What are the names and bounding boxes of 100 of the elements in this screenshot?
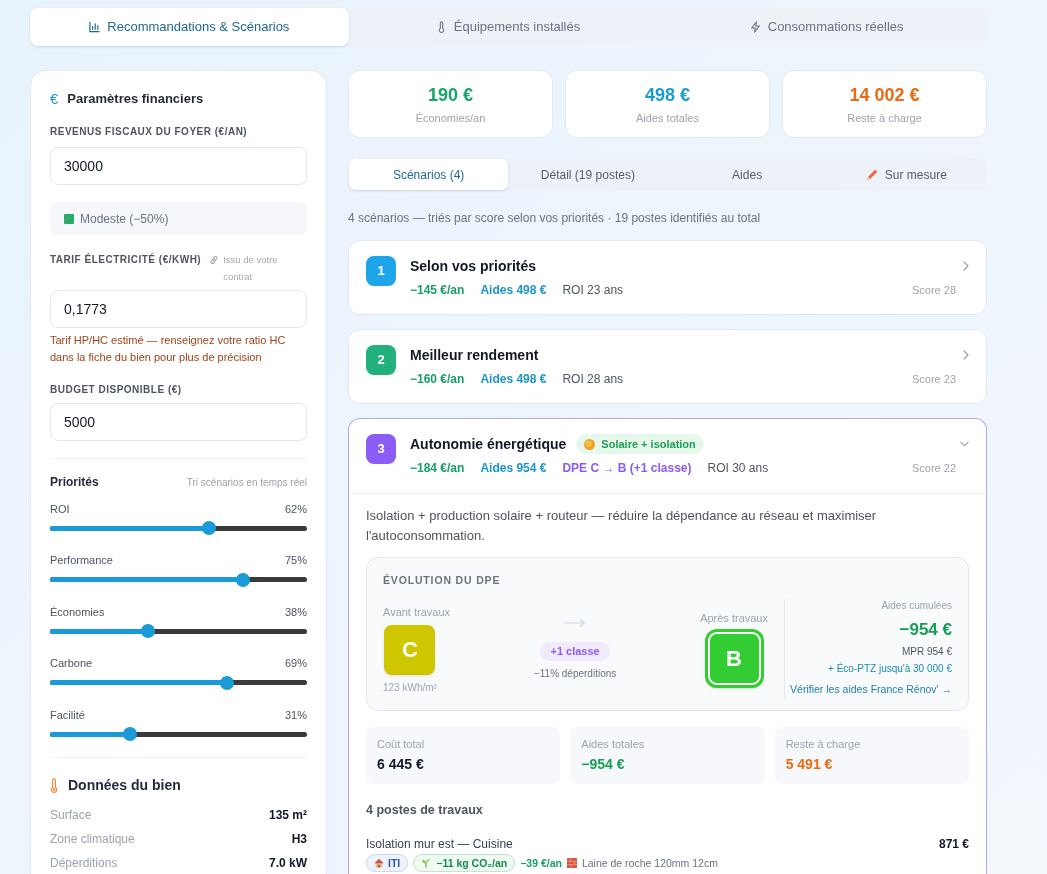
scenario-card[interactable]: 2 Meilleur rendement −160 €/an Aides 498 € ROI 28 ans Score 23 — [348, 329, 987, 404]
metric: DPE C → B (+1 classe) — [562, 460, 692, 476]
metric: Aides 498 € — [480, 371, 547, 387]
input-field[interactable]: 0,1773 — [50, 290, 307, 328]
stat-value: 498 € — [644, 83, 690, 106]
rank-badge: 1 — [366, 256, 396, 286]
main-tab[interactable]: Consommations réelles — [667, 8, 986, 46]
rank-badge: 3 — [366, 434, 396, 464]
section-title: Priorités — [50, 474, 99, 491]
slider-thumb[interactable] — [202, 521, 217, 535]
class-gain-tag: +1 classe — [540, 642, 610, 661]
metric: −184 €/an — [410, 460, 465, 476]
metric: −160 €/an — [410, 371, 465, 387]
sprout-icon — [421, 858, 432, 868]
link-icon — [209, 254, 220, 265]
input-field[interactable]: 30000 — [50, 147, 307, 185]
slider-label: Performance — [50, 553, 113, 569]
aid-detail: + Éco-PTZ jusqu'à 30 000 € — [828, 662, 952, 676]
field-label: TARIF ÉLECTRICITÉ (€/KWH) — [50, 252, 202, 267]
lightning-icon — [749, 21, 761, 33]
slider-label: Carbone — [50, 656, 93, 672]
slider-thumb[interactable] — [122, 727, 137, 741]
sub-tab[interactable]: Aides — [667, 159, 827, 190]
slider[interactable] — [50, 624, 307, 638]
field-label: BUDGET DISPONIBLE (€) — [50, 383, 182, 397]
metric: Aides 954 € — [480, 460, 547, 476]
loss-reduction: −11% déperditions — [533, 667, 617, 680]
slider-label: Facilité — [50, 707, 85, 723]
metric: ROI 28 ans — [562, 371, 624, 387]
stat-label: Aides totales — [636, 110, 699, 125]
thermometer-icon — [50, 777, 58, 793]
slider-value: 62% — [284, 501, 307, 517]
property-value: 135 m² — [268, 807, 307, 824]
property-label: Zone climatique — [50, 831, 135, 848]
brick-icon — [566, 858, 577, 868]
total-value: 6 445 € — [377, 755, 424, 773]
scenario-card[interactable] — [348, 418, 987, 874]
description: Isolation + production solaire + routeur — réduire la dépendance au réseau et maximiser l'autoconsommation. — [366, 507, 878, 545]
slider-value: 69% — [284, 656, 307, 672]
total-label: Aides totales — [581, 737, 645, 751]
rank-badge: 2 — [366, 345, 396, 375]
sub-tab[interactable]: Scénarios (4) — [349, 159, 509, 190]
metric: Aides 498 € — [480, 282, 547, 298]
score: Score 28 — [911, 283, 956, 298]
dpe-class-tile: C — [384, 624, 436, 675]
section-title: Données du bien — [68, 775, 181, 795]
aid-total: −954 € — [899, 619, 952, 641]
slider-label: ROI — [50, 501, 70, 517]
slider[interactable] — [50, 675, 307, 690]
works-title: 4 postes de travaux — [366, 802, 483, 818]
work-title: Isolation mur est — Cuisine — [366, 836, 513, 853]
scenario-title: Autonomie énergétique — [410, 435, 567, 454]
slider-thumb[interactable] — [220, 675, 235, 690]
source-note: Issu de votre contrat — [223, 253, 279, 284]
slider-label: Économies — [50, 604, 105, 620]
dot-icon — [584, 438, 596, 450]
bar-chart-icon — [89, 21, 101, 33]
dpe-label: Avant travaux — [383, 604, 451, 619]
pencil-icon — [865, 168, 878, 181]
slider[interactable] — [50, 521, 307, 535]
tag-label: −11 kg CO₂/an — [436, 856, 508, 870]
property-value: H3 — [291, 831, 307, 848]
property-label: Surface — [50, 807, 92, 824]
aid-link[interactable]: Vérifier les aides France Rénov' → — [790, 682, 952, 696]
tag-label: Solaire + isolation — [601, 436, 696, 452]
dpe-class-tile: B — [704, 628, 764, 688]
input-field[interactable]: 5000 — [50, 403, 307, 441]
property-label: Déperditions — [50, 855, 118, 872]
work-price: 871 € — [938, 836, 969, 853]
scenario-title: Meilleur rendement — [410, 346, 539, 365]
warning-text: Tarif HP/HC estimé — renseignez votre ratio HC dans la fiche du bien pour plus de précision — [50, 333, 287, 365]
consumption: 123 kWh/m² — [383, 680, 437, 694]
slider-thumb[interactable] — [140, 624, 155, 638]
main-tab[interactable]: Recommandations & Scénarios — [30, 8, 349, 46]
scenario-title: Selon vos priorités — [410, 257, 537, 276]
hint-text: Tri scénarios en temps réel — [186, 475, 307, 490]
sub-tab[interactable]: Détail (19 postes) — [508, 159, 668, 190]
slider[interactable] — [50, 572, 307, 587]
total-label: Reste à charge — [785, 737, 861, 751]
slider-value: 31% — [284, 707, 307, 723]
stat-value: 14 002 € — [849, 83, 920, 106]
euro-icon: € — [50, 90, 59, 108]
summary-text: 4 scénarios — triés par score selon vos priorités · 19 postes identifiés au total — [348, 210, 761, 226]
metric: ROI 30 ans — [707, 460, 769, 476]
house-icon — [374, 858, 384, 868]
sub-tab[interactable]: Sur mesure — [826, 159, 986, 190]
panel-title: ÉVOLUTION DU DPE — [383, 573, 501, 588]
field-label: REVENUS FISCAUX DU FOYER (€/AN) — [50, 125, 248, 139]
scenario-card[interactable]: 1 Selon vos priorités −145 €/an Aides 498 € ROI 23 ans Score 28 — [348, 240, 987, 315]
score: Score 23 — [911, 372, 956, 387]
total-value: 5 491 € — [785, 755, 833, 773]
main-tab[interactable]: Équipements installés — [348, 8, 668, 46]
total-value: −954 € — [581, 755, 625, 773]
stat-label: Reste à charge — [847, 110, 922, 125]
aid-detail: MPR 954 € — [901, 645, 952, 659]
property-value: 7.0 kW — [269, 855, 307, 872]
slider[interactable] — [50, 727, 307, 741]
slider-value: 38% — [284, 604, 307, 620]
arrow-icon — [564, 618, 587, 628]
slider-thumb[interactable] — [235, 572, 250, 587]
